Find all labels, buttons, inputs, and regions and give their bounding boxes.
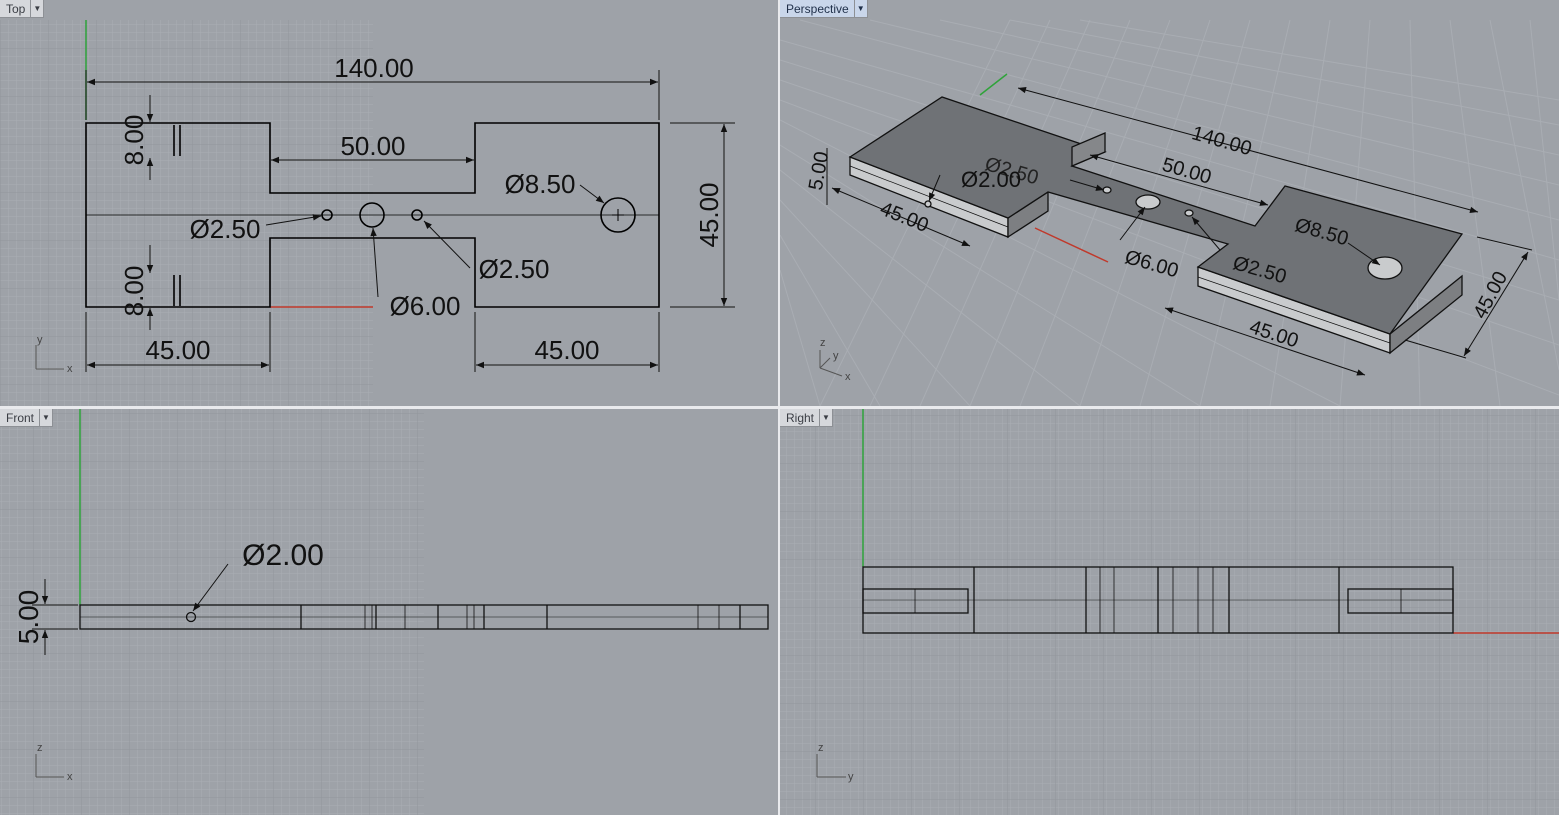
front-view-canvas[interactable]: Ø2.00 5.00 z x (0, 409, 778, 815)
x-axis-line (1034, 227, 1109, 263)
chevron-down-icon[interactable]: ▼ (39, 409, 52, 426)
dim-thickness: 5.00 (805, 150, 833, 192)
dim-hole-center: Ø6.00 (390, 291, 461, 321)
part-solid[interactable] (848, 96, 1464, 355)
right-view-canvas[interactable]: z y (780, 409, 1559, 815)
perspective-view-canvas[interactable]: 140.00 50.00 Ø2.50 Ø2.00 5.00 45.00 Ø6.0… (780, 0, 1559, 406)
axis-triad (819, 350, 843, 377)
dim-hole-center: Ø6.00 (1122, 246, 1180, 282)
viewport-tab-right[interactable]: Right ▼ (780, 409, 834, 427)
dim-right-width: 45.00 (534, 335, 599, 365)
dim-right-width: 45.00 (1247, 316, 1301, 352)
dim-overall-width: 140.00 (1189, 122, 1254, 160)
dim-hole-small-right: Ø2.50 (479, 254, 550, 284)
axis-z-label: z (820, 337, 826, 349)
axis-x-label: x (845, 371, 851, 383)
grid (0, 409, 424, 815)
dim-hole-large: Ø8.50 (505, 169, 576, 199)
chevron-down-icon[interactable]: ▼ (819, 409, 832, 426)
dim-height-right: 45.00 (694, 182, 724, 247)
viewport-perspective[interactable]: 140.00 50.00 Ø2.50 Ø2.00 5.00 45.00 Ø6.0… (780, 0, 1559, 406)
viewport-title-right: Right (786, 411, 815, 425)
viewport-tab-perspective[interactable]: Perspective ▼ (780, 0, 868, 18)
chevron-down-icon[interactable]: ▼ (853, 0, 867, 17)
viewport-title-perspective: Perspective (786, 2, 849, 16)
top-view-canvas[interactable]: 140.00 50.00 Ø8.50 45.00 Ø2.50 Ø2.50 Ø6.… (0, 0, 778, 406)
dim-hole-pin: Ø2.00 (242, 539, 324, 572)
dim-left-width: 45.00 (145, 335, 210, 365)
axis-x-label: x (67, 771, 73, 783)
grid (780, 409, 1559, 815)
axis-z-label: z (818, 742, 824, 754)
axis-z-label: z (37, 742, 43, 754)
dim-overall-width: 140.00 (334, 53, 414, 83)
viewport-tab-top[interactable]: Top ▼ (0, 0, 45, 18)
viewport-right[interactable]: z y Right ▼ (780, 409, 1559, 815)
viewport-top[interactable]: 140.00 50.00 Ø8.50 45.00 Ø2.50 Ø2.50 Ø6.… (0, 0, 778, 406)
axis-y-label: y (833, 350, 839, 362)
viewport-splitter-horizontal[interactable] (0, 406, 1559, 409)
dim-depth: 45.00 (1469, 268, 1512, 323)
dim-notch-top: 8.00 (119, 115, 149, 166)
dim-hole-pin: Ø2.00 (961, 167, 1021, 192)
viewport-front[interactable]: Ø2.00 5.00 z x Front ▼ (0, 409, 778, 815)
dim-slot-width: 50.00 (1160, 154, 1214, 189)
axis-y-label: y (848, 771, 854, 783)
y-axis-line (979, 73, 1008, 96)
chevron-down-icon[interactable]: ▼ (30, 0, 43, 17)
viewport-title-front: Front (6, 411, 35, 425)
axis-y-label: y (37, 334, 43, 346)
axis-x-label: x (67, 363, 73, 375)
dim-notch-bottom: 8.00 (119, 266, 149, 317)
dim-thickness: 5.00 (13, 590, 44, 645)
viewport-tab-front[interactable]: Front ▼ (0, 409, 54, 427)
dim-slot-width: 50.00 (340, 131, 405, 161)
viewport-title-top: Top (6, 2, 26, 16)
dim-hole-small-left: Ø2.50 (190, 214, 261, 244)
